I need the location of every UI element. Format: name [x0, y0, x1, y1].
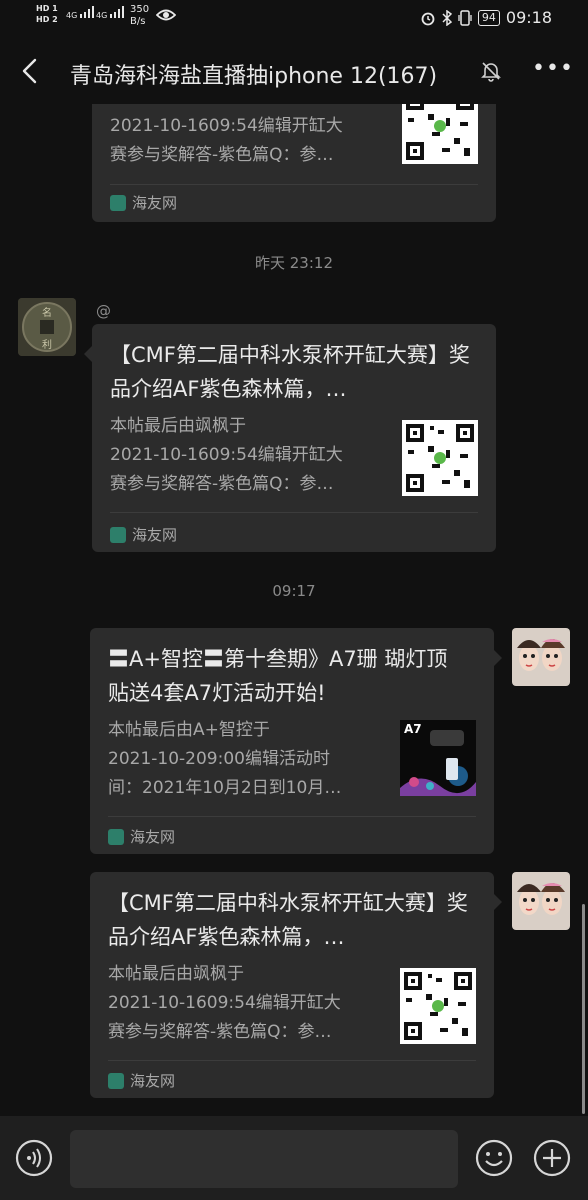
source-logo-icon — [110, 526, 126, 543]
card-title: 〓A+智控〓第十叁期》A7珊 瑚灯顶贴送4套A7灯活动开始! — [108, 647, 448, 705]
qr-code-thumbnail — [402, 104, 478, 164]
card-description: 本帖最后由飒枫于 2021-10-1609:54编辑开缸大 赛参与奖解答-紫色篇… — [110, 416, 343, 494]
timestamp: 昨天 23:12 — [255, 254, 333, 272]
card-title: 【CMF第二届中科水泵杯开缸大赛】奖品介绍AF紫色森林篇，… — [110, 343, 470, 401]
back-icon[interactable] — [20, 58, 40, 84]
scrollbar[interactable] — [582, 904, 585, 1114]
sim2-label: HD 2 — [36, 15, 58, 24]
signal-icon-1: 4G — [66, 6, 94, 20]
qr-code-thumbnail — [402, 420, 478, 496]
source-logo-icon — [108, 828, 124, 845]
card-divider — [110, 512, 478, 513]
link-card[interactable]: 2021-10-1609:54编辑开缸大 赛参与奖解答-紫色篇Q：参… 海友网 — [92, 104, 496, 222]
card-source: 海友网 — [110, 192, 177, 213]
link-card[interactable]: 〓A+智控〓第十叁期》A7珊 瑚灯顶贴送4套A7灯活动开始! 本帖最后由A+智控… — [90, 628, 502, 854]
alarm-icon — [421, 12, 435, 25]
card-source: 海友网 — [108, 1070, 175, 1091]
sim-indicators: HD 1 HD 2 — [36, 3, 58, 25]
card-source: 海友网 — [108, 826, 175, 847]
plus-icon[interactable] — [532, 1138, 572, 1178]
battery-indicator: 94 — [477, 9, 500, 26]
card-description: 2021-10-1609:54编辑开缸大 赛参与奖解答-紫色篇Q：参… — [110, 116, 343, 165]
timestamp: 09:17 — [272, 582, 316, 600]
more-options-button[interactable]: ••• — [532, 56, 574, 81]
vibrate-icon — [458, 9, 472, 26]
mute-bell-icon — [481, 62, 501, 82]
card-divider — [108, 1060, 476, 1061]
chat-title[interactable]: 青岛海科海盐直播抽iphone 12(167) — [70, 58, 437, 90]
coin-avatar-icon: 名 利 — [18, 298, 76, 356]
chat-area[interactable]: 2021-10-1609:54编辑开缸大 赛参与奖解答-紫色篇Q：参… 海友网 … — [0, 104, 588, 1116]
network-speed: 350 B/s — [130, 4, 150, 27]
avatar[interactable] — [512, 628, 570, 686]
avatar[interactable] — [512, 872, 570, 930]
avatar[interactable]: 名 利 — [18, 298, 76, 356]
link-card[interactable]: 【CMF第二届中科水泵杯开缸大赛】奖品介绍AF紫色森林篇，… 本帖最后由飒枫于 … — [90, 872, 502, 1098]
message-input[interactable] — [70, 1130, 458, 1188]
card-divider — [108, 816, 476, 817]
svg-text:名: 名 — [42, 306, 52, 319]
selfie-avatar-icon — [512, 628, 570, 686]
status-bar: HD 1 HD 2 4G 4G 350 B/s 94 09:18 — [0, 0, 588, 36]
card-divider — [110, 184, 478, 185]
selfie-avatar-icon — [512, 872, 570, 930]
card-title: 【CMF第二届中科水泵杯开缸大赛】奖品介绍AF紫色森林篇，… — [108, 891, 468, 949]
link-card[interactable]: 【CMF第二届中科水泵杯开缸大赛】奖品介绍AF紫色森林篇，… 本帖最后由飒枫于 … — [84, 324, 496, 552]
qr-code-thumbnail — [400, 968, 476, 1044]
thumbnail-label: A7 — [404, 722, 422, 736]
card-description: 本帖最后由A+智控于 2021-10-209:00编辑活动时 间：2021年10… — [108, 720, 342, 798]
clock: 09:18 — [505, 8, 552, 27]
eye-icon — [156, 9, 176, 21]
sender-name: @ — [96, 302, 111, 320]
source-logo-icon — [108, 1072, 124, 1089]
chat-header: 青岛海科海盐直播抽iphone 12(167) ••• — [0, 44, 588, 100]
signal-icon-2: 4G — [96, 6, 124, 20]
emoji-icon[interactable] — [474, 1138, 514, 1178]
sim1-label: HD 1 — [36, 4, 58, 13]
voice-input-icon[interactable] — [14, 1138, 54, 1178]
source-logo-icon — [110, 194, 126, 211]
card-source: 海友网 — [110, 524, 177, 545]
input-bar — [0, 1116, 588, 1200]
card-description: 本帖最后由飒枫于 2021-10-1609:54编辑开缸大 赛参与奖解答-紫色篇… — [108, 964, 341, 1042]
bluetooth-icon — [442, 9, 452, 26]
svg-text:利: 利 — [42, 339, 52, 351]
